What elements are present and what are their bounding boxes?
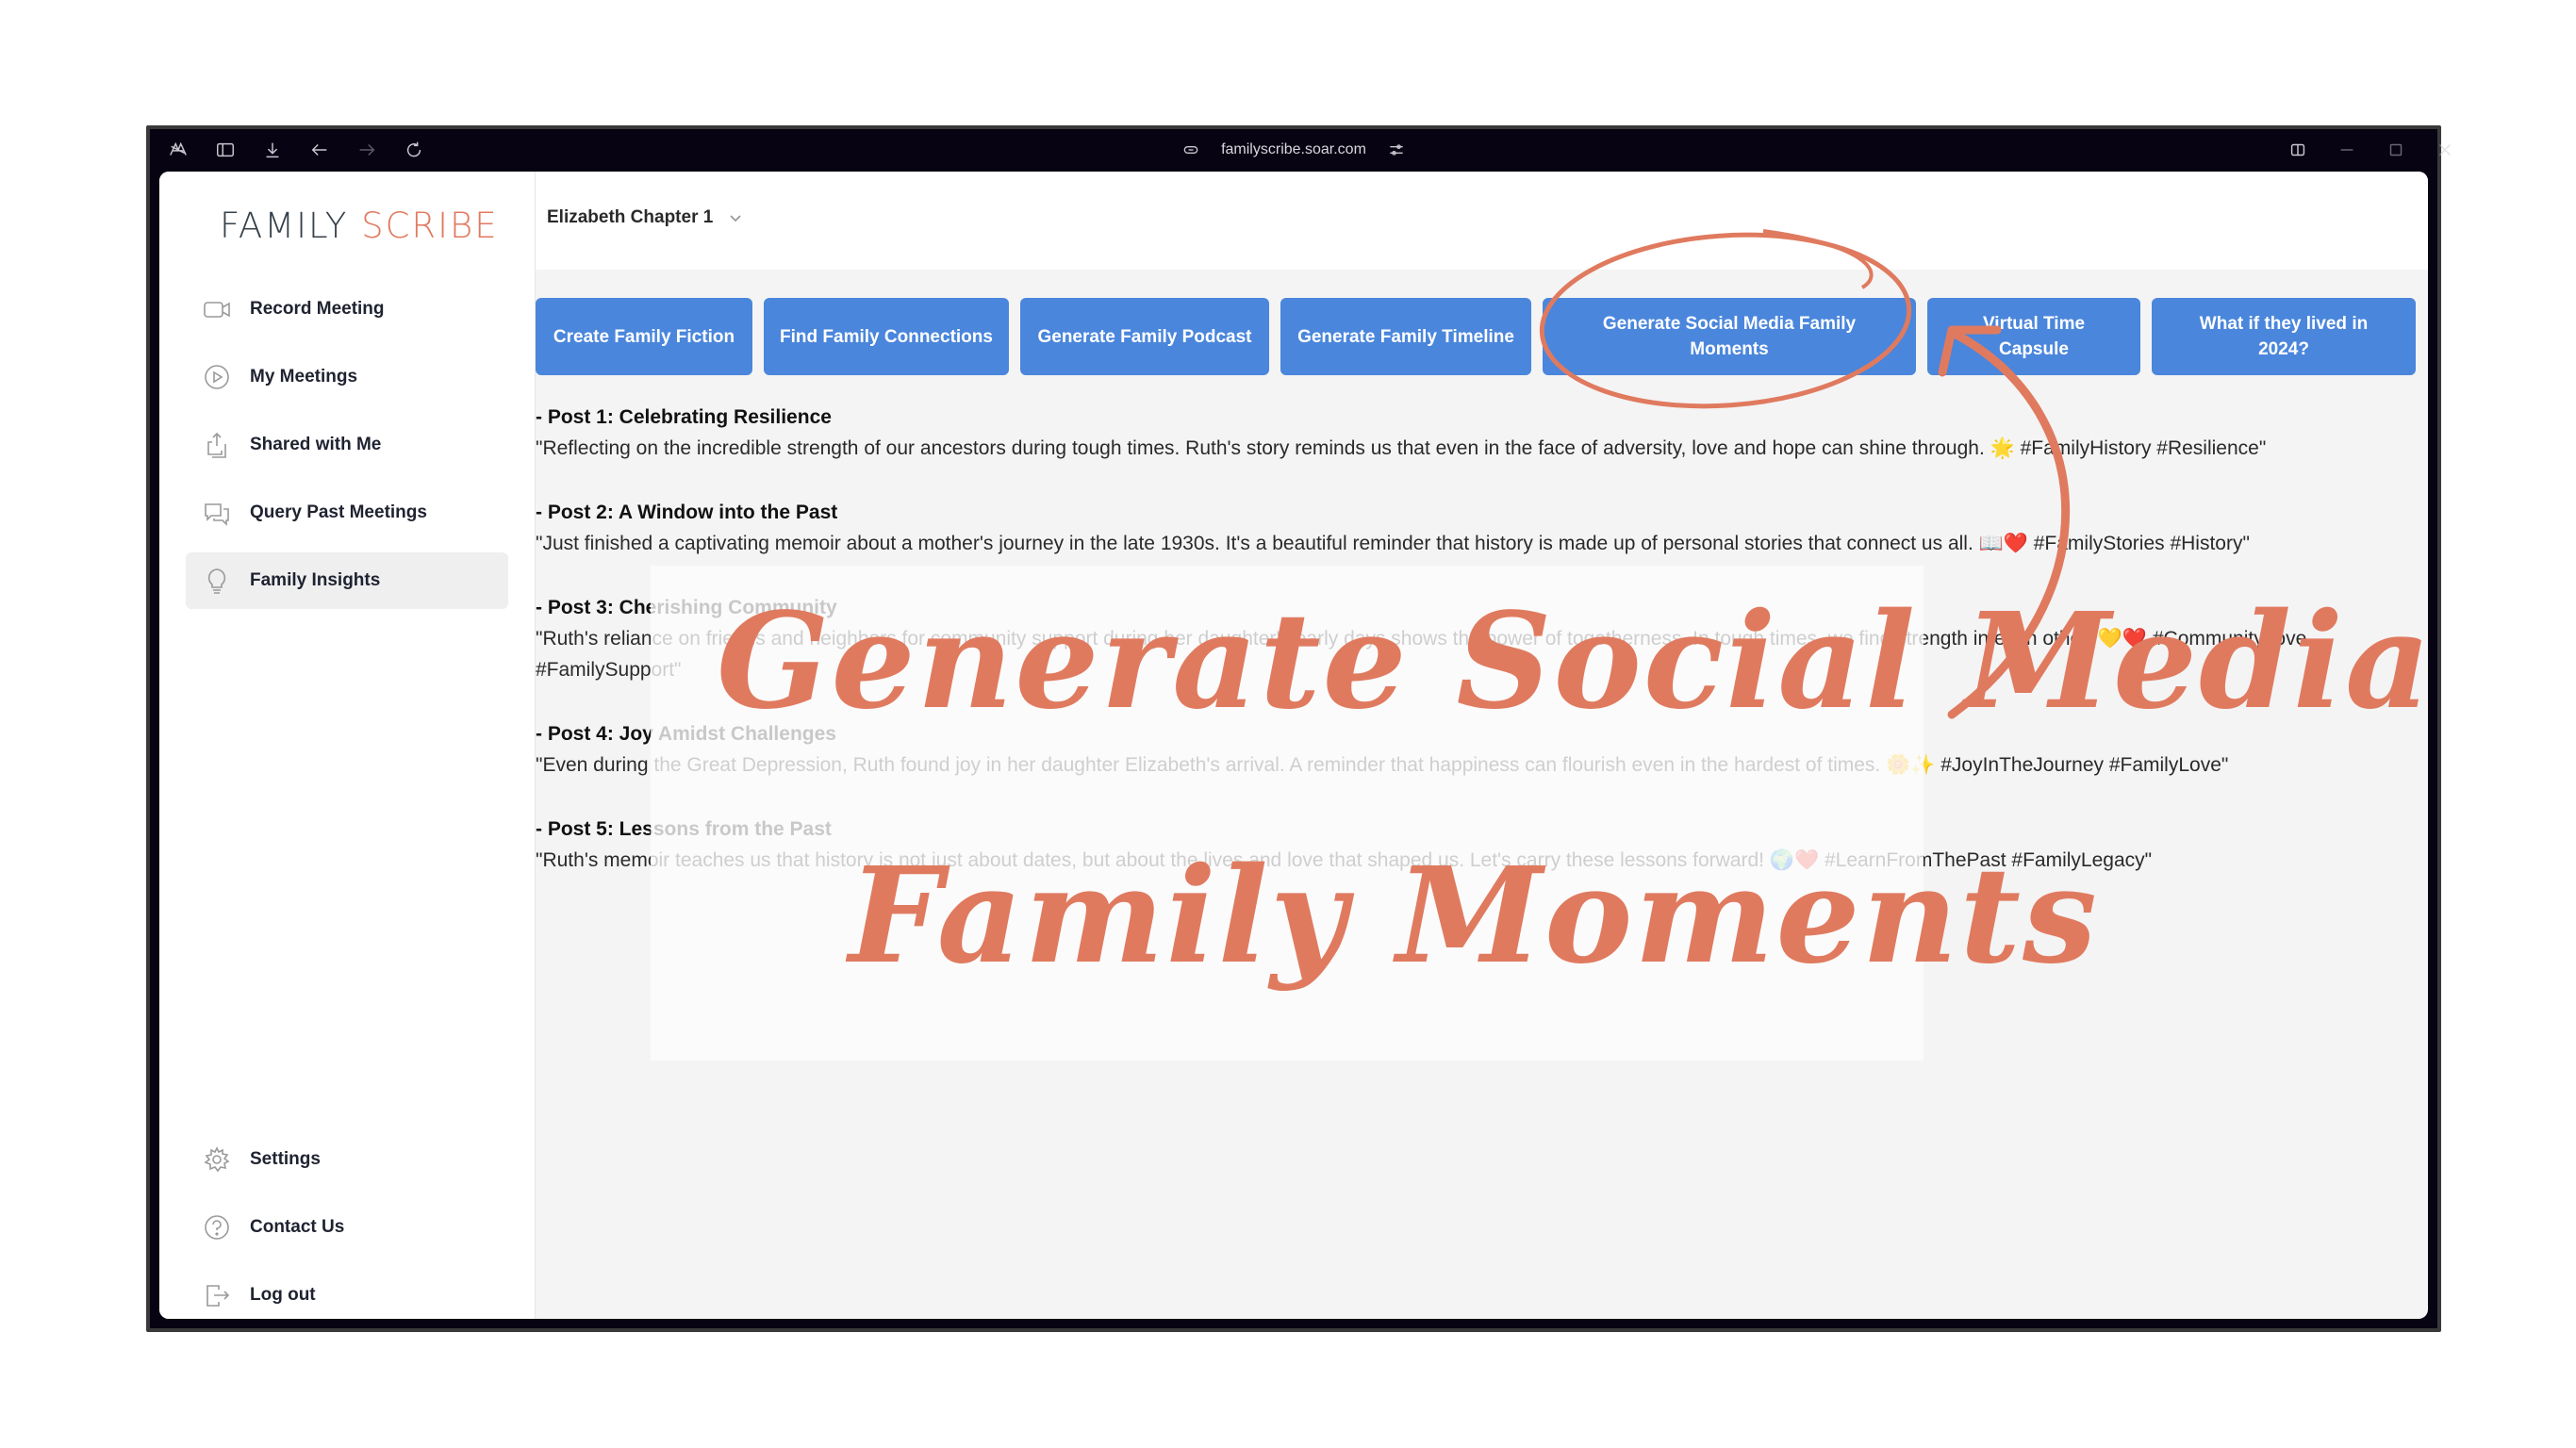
sidebar-item-label: Family Insights (250, 570, 381, 590)
chat-bubbles-icon (205, 503, 229, 526)
virtual-time-capsule-button[interactable]: Virtual Time Capsule (1927, 298, 2140, 375)
sidebar-item-my-meetings[interactable]: My Meetings (186, 349, 508, 405)
sidebar-item-label: Record Meeting (250, 299, 385, 319)
sidebar-item-shared-with-me[interactable]: Shared with Me (186, 417, 508, 473)
sidebar-item-settings[interactable]: Settings (186, 1131, 508, 1188)
chevron-down-icon (730, 215, 741, 222)
sidebar-item-family-insights[interactable]: Family Insights (186, 552, 508, 609)
maximize-icon[interactable] (2385, 139, 2407, 161)
close-icon[interactable] (2434, 139, 2456, 161)
sidebar-item-label: Query Past Meetings (250, 502, 427, 522)
video-camera-icon (204, 302, 230, 318)
post-title: - Post 1: Celebrating Resilience (536, 406, 832, 428)
share-icon (207, 432, 226, 458)
link-icon (1183, 146, 1198, 154)
split-view-icon[interactable] (2287, 139, 2309, 161)
sidebar-item-label: Settings (250, 1149, 321, 1169)
post-body: "Reflecting on the incredible strength o… (536, 437, 2267, 459)
chapter-select-value: Elizabeth Chapter 1 (547, 207, 714, 227)
lightbulb-icon (207, 568, 226, 594)
annotation-title-line1: Generate Social Media (717, 584, 2433, 739)
help-circle-icon (205, 1215, 229, 1240)
post-item: - Post 1: Celebrating Resilience "Reflec… (536, 403, 2428, 464)
generate-family-timeline-button[interactable]: Generate Family Timeline (1280, 298, 1531, 375)
address-bar[interactable]: familyscribe.soar.com (150, 129, 2437, 171)
top-bar: Elizabeth Chapter 1 (536, 172, 2428, 270)
generate-social-media-moments-button[interactable]: Generate Social Media Family Moments (1543, 298, 1916, 375)
sidebar-item-label: My Meetings (250, 367, 358, 387)
browser-titlebar: familyscribe.soar.com (150, 129, 2452, 171)
annotation-title-line2: Family Moments (849, 839, 2099, 994)
sidebar-item-log-out[interactable]: Log out (186, 1267, 508, 1319)
sidebar-item-query-past-meetings[interactable]: Query Past Meetings (186, 485, 508, 541)
sidebar-item-contact-us[interactable]: Contact Us (186, 1199, 508, 1256)
create-family-fiction-button[interactable]: Create Family Fiction (536, 298, 752, 375)
url-text[interactable]: familyscribe.soar.com (1221, 141, 1366, 158)
sidebar-item-label: Shared with Me (250, 435, 382, 454)
feature-button-row: Create Family Fiction Find Family Connec… (536, 298, 2416, 375)
post-title: - Post 2: A Window into the Past (536, 502, 838, 523)
find-family-connections-button[interactable]: Find Family Connections (764, 298, 1009, 375)
gear-icon (204, 1146, 230, 1173)
post-item: - Post 2: A Window into the Past "Just f… (536, 498, 2428, 559)
logo-text-scribe: SCRIBE (361, 206, 499, 246)
chapter-select[interactable]: Elizabeth Chapter 1 (547, 207, 743, 228)
logo-text-family: FAMILY (220, 206, 349, 246)
sidebar-item-label: Contact Us (250, 1217, 345, 1237)
play-circle-icon (205, 365, 229, 389)
sidebar-item-record-meeting[interactable]: Record Meeting (186, 281, 508, 337)
minimize-icon[interactable] (2336, 139, 2358, 161)
what-if-2024-button[interactable]: What if they lived in 2024? (2152, 298, 2416, 375)
app-logo[interactable]: FAMILY SCRIBE (220, 206, 499, 246)
site-settings-icon[interactable] (1387, 140, 1406, 159)
sidebar: FAMILY SCRIBE Record Meeting My Meetings… (159, 172, 536, 1319)
generate-family-podcast-button[interactable]: Generate Family Podcast (1020, 298, 1269, 375)
logout-icon (206, 1285, 230, 1307)
sidebar-item-label: Log out (250, 1285, 316, 1305)
post-body: "Just finished a captivating memoir abou… (536, 533, 2250, 554)
